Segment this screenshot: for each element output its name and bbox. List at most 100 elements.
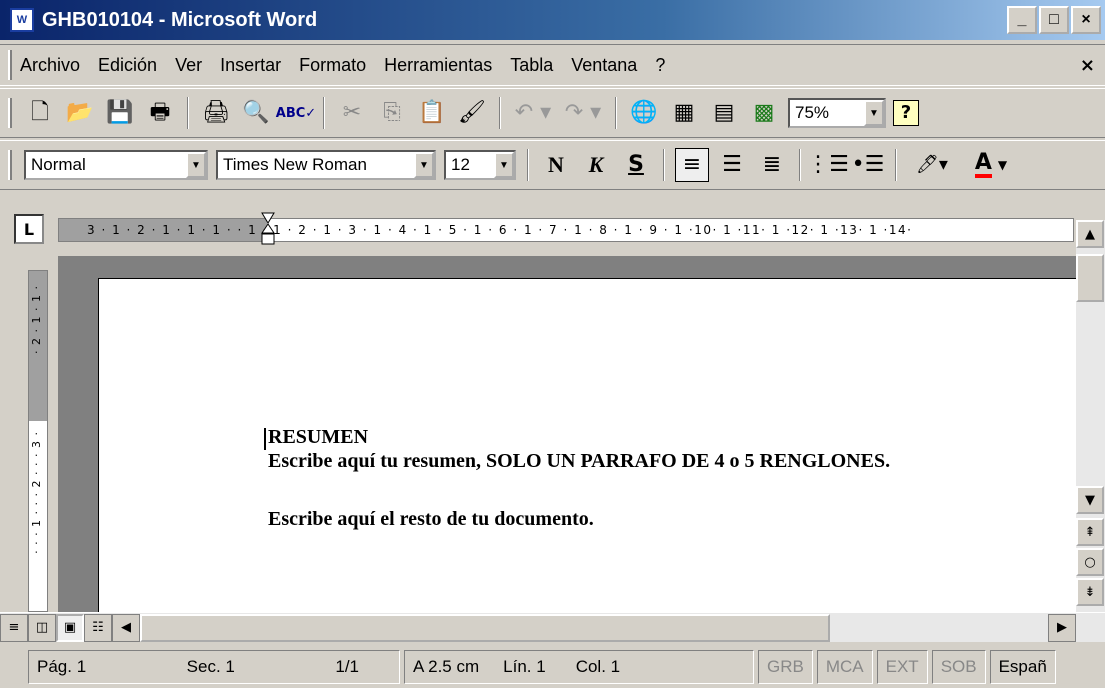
menu-herramientas[interactable]: Herramientas [384,55,492,76]
redo-icon[interactable]: ↷ ▾ [561,96,605,130]
bullets-icon[interactable]: •☰ [851,148,885,182]
italic-button[interactable]: K [579,148,613,182]
menu-tabla[interactable]: Tabla [510,55,553,76]
vertical-ruler-marks-top: · 2 · 1 · 1 · [30,285,43,354]
toolbar-grip[interactable] [8,150,12,180]
status-column: Col. 1 [575,657,621,676]
status-page-panel[interactable]: Pág. 1 Sec. 1 1/1 [28,650,400,684]
toolbar-separator [187,97,189,129]
menu-ventana[interactable]: Ventana [571,55,637,76]
font-color-icon[interactable]: A ▼ [963,148,1019,182]
status-grb[interactable]: GRB [758,650,813,684]
status-section: Sec. 1 [186,657,235,676]
menu-formato[interactable]: Formato [299,55,366,76]
print-layout-view-icon[interactable]: ▣ [56,613,84,642]
toolbar-separator [663,149,665,181]
outline-view-icon[interactable]: ☷ [84,613,112,642]
new-document-icon[interactable]: 🗋 [23,96,57,130]
vertical-ruler[interactable]: · 2 · 1 · 1 · · · · 1 · · · 2 · · · 3 · [28,270,48,612]
status-mca[interactable]: MCA [816,650,873,684]
chevron-down-icon[interactable]: ▼ [494,152,514,178]
tables-borders-icon[interactable]: ▦ [667,96,701,130]
align-left-icon[interactable]: ≡ [675,148,709,182]
size-value: 12 [451,155,470,174]
open-folder-icon[interactable]: 📂 [63,96,97,130]
toolbar-grip[interactable] [8,98,12,128]
scroll-down-icon[interactable]: ▼ [1076,486,1104,514]
scroll-up-icon[interactable]: ▲ [1076,220,1104,248]
underline-button[interactable]: S [619,148,653,182]
paste-icon[interactable]: 📋 [415,96,449,130]
close-document-button[interactable]: × [1080,55,1095,76]
tab-selector[interactable]: L [14,214,44,244]
toolbar-separator [895,149,897,181]
align-right-icon[interactable]: ≣ [755,148,789,182]
menu-grip[interactable] [8,50,12,80]
menu-ver[interactable]: Ver [175,55,202,76]
permission-icon[interactable]: 🖶 [143,96,177,130]
previous-page-icon[interactable]: ⇞ [1076,518,1104,546]
title-bar: W GHB010104 - Microsoft Word _ □ × [0,0,1105,40]
print-preview-icon[interactable]: 🔍 [239,96,273,130]
undo-icon[interactable]: ↶ ▾ [511,96,555,130]
print-icon[interactable]: 🖨 [199,96,233,130]
scroll-left-icon[interactable]: ◀ [112,613,140,642]
toolbar-separator [527,149,529,181]
status-position-panel[interactable]: A 2.5 cm Lín. 1 Col. 1 [404,650,754,684]
style-select[interactable]: Normal ▼ [24,150,208,180]
horizontal-scroll-thumb[interactable] [140,613,830,642]
indent-marker-icon[interactable] [261,211,275,249]
minimize-button[interactable]: _ [1007,6,1037,34]
document-page[interactable] [98,278,1076,612]
maximize-button[interactable]: □ [1039,6,1069,34]
close-button[interactable]: × [1071,6,1101,34]
chevron-down-icon[interactable]: ▼ [414,152,434,178]
insert-excel-icon[interactable]: ▩ [747,96,781,130]
web-view-icon[interactable]: ◫ [28,613,56,642]
document-body-line[interactable]: Escribe aquí el resto de tu documento. [268,508,594,531]
document-heading[interactable]: RESUMEN [268,426,368,449]
normal-view-icon[interactable]: ≡ [0,613,28,642]
chevron-down-icon[interactable]: ▼ [186,152,206,178]
menu-help[interactable]: ? [655,55,665,76]
toolbar-separator [799,149,801,181]
scroll-thumb[interactable] [1076,254,1104,302]
web-toolbar-icon[interactable]: 🌐 [627,96,661,130]
status-line: Lín. 1 [503,657,546,676]
status-ext[interactable]: EXT [876,650,928,684]
browse-object-icon[interactable]: ○ [1076,548,1104,576]
bold-button[interactable]: N [539,148,573,182]
menu-archivo[interactable]: Archivo [20,55,80,76]
scroll-right-icon[interactable]: ▶ [1048,613,1076,642]
menu-insertar[interactable]: Insertar [220,55,281,76]
insert-table-icon[interactable]: ▤ [707,96,741,130]
menu-bar: Archivo Edición Ver Insertar Formato Her… [0,44,1105,86]
vertical-ruler-marks-bottom: · · · 1 · · · 2 · · · 3 · [30,431,43,554]
toolbar-separator [615,97,617,129]
horizontal-scrollbar[interactable]: ≡ ◫ ▣ ☷ ◀ ▶ [0,612,1105,642]
help-icon[interactable]: ? [893,100,919,126]
horizontal-scroll-track[interactable] [830,613,1048,642]
zoom-select[interactable]: 75% ▼ [788,98,886,128]
format-painter-icon[interactable]: 🖌 [455,96,489,130]
font-select[interactable]: Times New Roman ▼ [216,150,436,180]
chevron-down-icon[interactable]: ▼ [864,100,884,126]
save-icon[interactable]: 💾 [103,96,137,130]
status-language[interactable]: Españ [989,650,1056,684]
document-summary-line[interactable]: Escribe aquí tu resumen, SOLO UN PARRAFO… [268,450,890,473]
highlight-icon[interactable]: 🖊▾ [907,148,957,182]
copy-icon[interactable]: ⎘ [375,96,409,130]
vertical-scrollbar[interactable]: ▲ ▼ ⇞ ○ ⇟ [1076,220,1105,612]
align-center-icon[interactable]: ☰ [715,148,749,182]
word-document-icon[interactable]: W [10,8,34,32]
menu-edicion[interactable]: Edición [98,55,157,76]
status-sob[interactable]: SOB [931,650,986,684]
size-select[interactable]: 12 ▼ [444,150,516,180]
zoom-value: 75% [795,103,830,122]
spelling-icon[interactable]: ABC✓ [276,96,316,130]
cut-icon[interactable]: ✂ [335,96,369,130]
horizontal-ruler[interactable]: 3 · 1 · 2 · 1 · 1 · 1 · · 1 · 1 · 2 · 1 … [58,212,1074,245]
next-page-icon[interactable]: ⇟ [1076,578,1104,606]
numbering-icon[interactable]: ⋮☰ [807,148,849,182]
status-at: A 2.5 cm [413,657,480,676]
